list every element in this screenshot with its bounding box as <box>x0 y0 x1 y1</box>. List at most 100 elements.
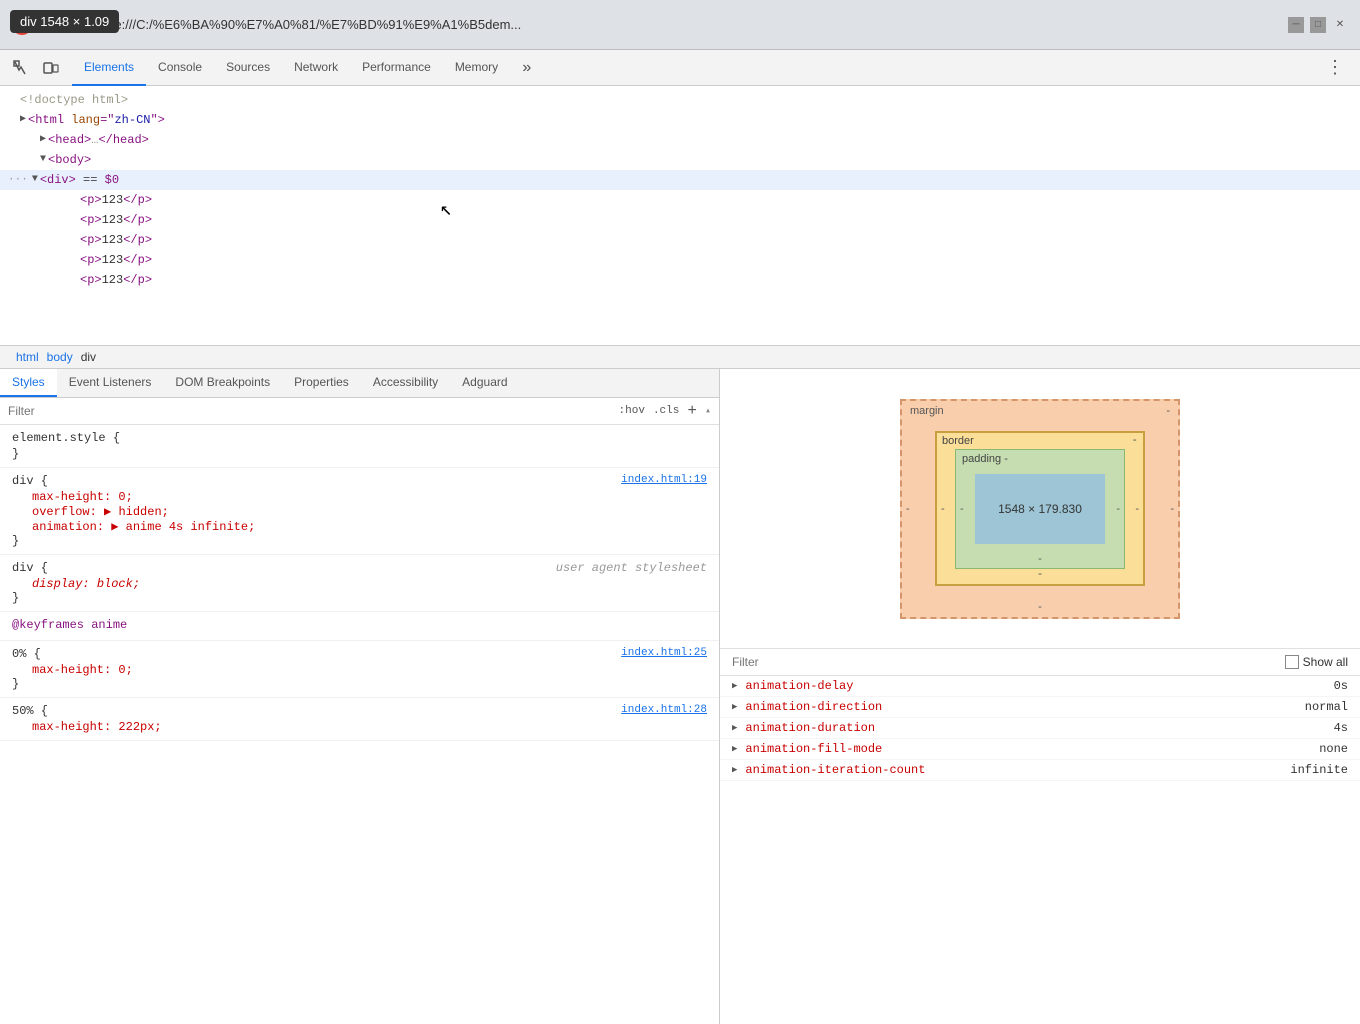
computed-prop-animation-duration[interactable]: ▶ animation-duration 4s <box>720 718 1360 739</box>
add-style-button[interactable]: + <box>687 402 697 420</box>
devtools-toolbar-icons <box>8 55 64 81</box>
css-close-brace: } <box>12 447 19 461</box>
expand-triangle[interactable]: ▶ <box>40 131 46 149</box>
devtools-top-tabs: Elements Console Sources Network Perform… <box>0 50 1360 86</box>
css-block-div-uas: div { user agent stylesheet display: blo… <box>0 555 719 612</box>
tab-performance[interactable]: Performance <box>350 50 443 86</box>
css-prop-display[interactable]: display: block; <box>12 577 707 591</box>
dom-line-p1[interactable]: <p>123</p> <box>0 190 1360 210</box>
border-top-value: - <box>1131 435 1138 447</box>
css-block-div-19: div { index.html:19 max-height: 0; overf… <box>0 468 719 555</box>
padding-bottom-value: - <box>1038 553 1042 565</box>
expand-icon: ▶ <box>732 702 737 712</box>
browser-titlebar: DevTools - file:///C:/%E6%BA%90%E7%A0%81… <box>0 0 1360 50</box>
computed-prop-animation-delay[interactable]: ▶ animation-delay 0s <box>720 676 1360 697</box>
browser-title: DevTools - file:///C:/%E6%BA%90%E7%A0%81… <box>40 17 1280 32</box>
tab-sources[interactable]: Sources <box>214 50 282 86</box>
prop-value: normal <box>1305 700 1348 714</box>
css-close-brace-2: } <box>12 534 19 548</box>
breadcrumb-div[interactable]: div <box>77 350 100 364</box>
content-dimensions: 1548 × 179.830 <box>998 502 1082 516</box>
breadcrumb-bar: html body div <box>0 346 1360 369</box>
main-split-panel: Styles Event Listeners DOM Breakpoints P… <box>0 369 1360 1024</box>
tab-elements[interactable]: Elements <box>72 50 146 86</box>
left-styles-panel: Styles Event Listeners DOM Breakpoints P… <box>0 369 720 1024</box>
css-selector-label[interactable]: element.style { <box>12 431 120 445</box>
tab-network[interactable]: Network <box>282 50 350 86</box>
margin-bottom-value: - <box>1038 601 1042 613</box>
css-close-brace-4: } <box>12 677 19 691</box>
computed-prop-animation-fill-mode[interactable]: ▶ animation-fill-mode none <box>720 739 1360 760</box>
css-block-50pct: 50% { index.html:28 max-height: 222px; <box>0 698 719 741</box>
computed-prop-animation-iteration-count[interactable]: ▶ animation-iteration-count infinite <box>720 760 1360 781</box>
css-block-keyframes: @keyframes anime <box>0 612 719 641</box>
tab-styles[interactable]: Styles <box>0 369 57 397</box>
css-block-0pct: 0% { index.html:25 max-height: 0; } <box>0 641 719 698</box>
css-selector-50pct[interactable]: 50% { <box>12 704 48 718</box>
css-selector-0pct[interactable]: 0% { <box>12 647 41 661</box>
ellipsis-button[interactable]: ··· <box>8 171 28 189</box>
css-prop-overflow[interactable]: overflow: ▶ hidden; <box>12 504 707 519</box>
dom-line-html[interactable]: ▶ <html lang="zh-CN"> <box>0 110 1360 130</box>
tab-properties[interactable]: Properties <box>282 369 361 397</box>
tab-dom-breakpoints[interactable]: DOM Breakpoints <box>163 369 282 397</box>
css-selector-div[interactable]: div { <box>12 474 48 488</box>
dom-line-p5[interactable]: <p>123</p> <box>0 270 1360 290</box>
css-source-link-19[interactable]: index.html:19 <box>621 474 707 488</box>
dom-line-p2[interactable]: <p>123</p> <box>0 210 1360 230</box>
dom-line-p4[interactable]: <p>123</p> <box>0 250 1360 270</box>
css-prop-max-height-0pct[interactable]: max-height: 0; <box>12 663 707 677</box>
dom-line-body[interactable]: ▼ <body> <box>0 150 1360 170</box>
computed-prop-animation-direction[interactable]: ▶ animation-direction normal <box>720 697 1360 718</box>
css-selector-div-uas[interactable]: div { <box>12 561 48 575</box>
css-prop-animation[interactable]: animation: ▶ anime 4s infinite; <box>12 519 707 534</box>
breadcrumb-body[interactable]: body <box>43 350 77 364</box>
devtools-menu-button[interactable]: ⋮ <box>1318 53 1352 83</box>
device-toolbar-icon[interactable] <box>38 55 64 81</box>
prop-value: none <box>1319 742 1348 756</box>
css-source-link-28[interactable]: index.html:28 <box>621 704 707 718</box>
tab-adguard[interactable]: Adguard <box>450 369 519 397</box>
expand-icon: ▶ <box>732 765 737 775</box>
inspect-element-icon[interactable] <box>8 55 34 81</box>
css-source-link-25[interactable]: index.html:25 <box>621 647 707 661</box>
prop-name: animation-direction <box>745 700 1296 714</box>
close-button[interactable]: ✕ <box>1332 17 1348 33</box>
hov-toggle[interactable]: :hov <box>619 405 645 417</box>
css-at-keyframes[interactable]: @keyframes anime <box>12 618 127 632</box>
computed-filter-input[interactable] <box>732 655 1277 669</box>
prop-name: animation-fill-mode <box>745 742 1311 756</box>
expand-triangle[interactable]: ▼ <box>40 151 46 169</box>
more-tabs-button[interactable]: » <box>514 55 540 81</box>
css-prop-max-height-50pct[interactable]: max-height: 222px; <box>12 720 707 734</box>
window-controls: ─ □ ✕ <box>1288 17 1348 33</box>
styles-filter-input[interactable] <box>8 404 611 418</box>
border-right-value: - <box>1135 503 1139 515</box>
minimize-button[interactable]: ─ <box>1288 17 1304 33</box>
tab-accessibility[interactable]: Accessibility <box>361 369 450 397</box>
styles-rules-panel: element.style { } div { index.html:19 ma… <box>0 425 719 1024</box>
dom-line-div-selected[interactable]: ··· ▼ <div> == $0 <box>0 170 1360 190</box>
tab-event-listeners[interactable]: Event Listeners <box>57 369 164 397</box>
tab-console[interactable]: Console <box>146 50 214 86</box>
cls-toggle[interactable]: .cls <box>653 405 679 417</box>
expand-triangle[interactable]: ▶ <box>20 111 26 129</box>
margin-left-value: - <box>906 503 910 515</box>
filter-collapse-arrow[interactable]: ▴ <box>705 405 711 417</box>
dom-line-doctype[interactable]: <!doctype html> <box>0 90 1360 110</box>
prop-value: infinite <box>1290 763 1348 777</box>
box-model-area: margin - - - - border - - - - <box>720 369 1360 649</box>
expand-triangle[interactable]: ▼ <box>32 171 38 189</box>
padding-label: padding - <box>962 453 1008 465</box>
border-left-value: - <box>941 503 945 515</box>
computed-properties-panel: ▶ animation-delay 0s ▶ animation-directi… <box>720 676 1360 1024</box>
maximize-button[interactable]: □ <box>1310 17 1326 33</box>
box-model-margin: margin - - - - border - - - - <box>900 399 1180 619</box>
dom-line-p3[interactable]: <p>123</p> <box>0 230 1360 250</box>
dom-line-head[interactable]: ▶ <head>…</head> <box>0 130 1360 150</box>
show-all-checkbox[interactable] <box>1285 655 1299 669</box>
expand-icon: ▶ <box>732 744 737 754</box>
breadcrumb-html[interactable]: html <box>12 350 43 364</box>
tab-memory[interactable]: Memory <box>443 50 510 86</box>
css-prop-max-height[interactable]: max-height: 0; <box>12 490 707 504</box>
